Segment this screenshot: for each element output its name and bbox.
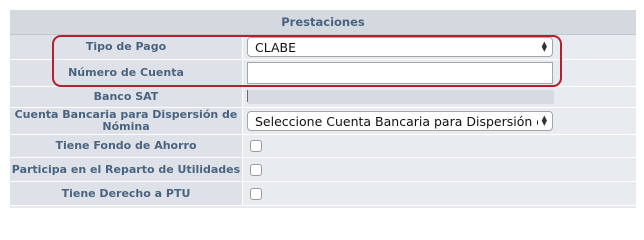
fondo-ahorro-checkbox[interactable] bbox=[250, 140, 262, 152]
banco-sat-label: Banco SAT bbox=[10, 87, 243, 107]
row-cuenta-bancaria: Cuenta Bancaria para Dispersión de Nómin… bbox=[10, 108, 636, 135]
derecho-ptu-label: Tiene Derecho a PTU bbox=[10, 182, 243, 205]
row-numero-cuenta: Número de Cuenta bbox=[10, 60, 636, 87]
reparto-utilidades-label: Participa en el Reparto de Utilidades bbox=[10, 158, 243, 181]
cuenta-bancaria-select[interactable]: Seleccione Cuenta Bancaria para Dispersi… bbox=[247, 111, 553, 131]
row-derecho-ptu: Tiene Derecho a PTU bbox=[10, 182, 636, 206]
row-fondo-ahorro: Tiene Fondo de Ahorro bbox=[10, 135, 636, 158]
numero-cuenta-label: Número de Cuenta bbox=[10, 60, 243, 86]
row-reparto-utilidades: Participa en el Reparto de Utilidades bbox=[10, 158, 636, 182]
select-arrows-icon: ▲ ▼ bbox=[541, 40, 547, 53]
tipo-pago-label: Tipo de Pago bbox=[10, 35, 243, 59]
row-tipo-pago: Tipo de Pago CLABE ▲ ▼ bbox=[10, 35, 636, 60]
derecho-ptu-checkbox[interactable] bbox=[250, 187, 262, 200]
section-title: Prestaciones bbox=[10, 10, 636, 35]
numero-cuenta-input[interactable] bbox=[247, 62, 553, 84]
tipo-pago-select[interactable]: CLABE ▲ ▼ bbox=[247, 37, 553, 57]
cuenta-bancaria-label: Cuenta Bancaria para Dispersión de Nómin… bbox=[10, 108, 243, 134]
banco-sat-field bbox=[248, 90, 554, 104]
prestaciones-panel: Prestaciones Tipo de Pago CLABE ▲ ▼ Númer… bbox=[10, 10, 636, 208]
reparto-utilidades-checkbox[interactable] bbox=[250, 163, 262, 176]
cuenta-bancaria-selected-value: Seleccione Cuenta Bancaria para Dispersi… bbox=[255, 113, 538, 129]
tipo-pago-selected-value: CLABE bbox=[255, 39, 297, 55]
select-arrows-icon: ▲ ▼ bbox=[541, 114, 547, 127]
fondo-ahorro-label: Tiene Fondo de Ahorro bbox=[10, 135, 243, 157]
